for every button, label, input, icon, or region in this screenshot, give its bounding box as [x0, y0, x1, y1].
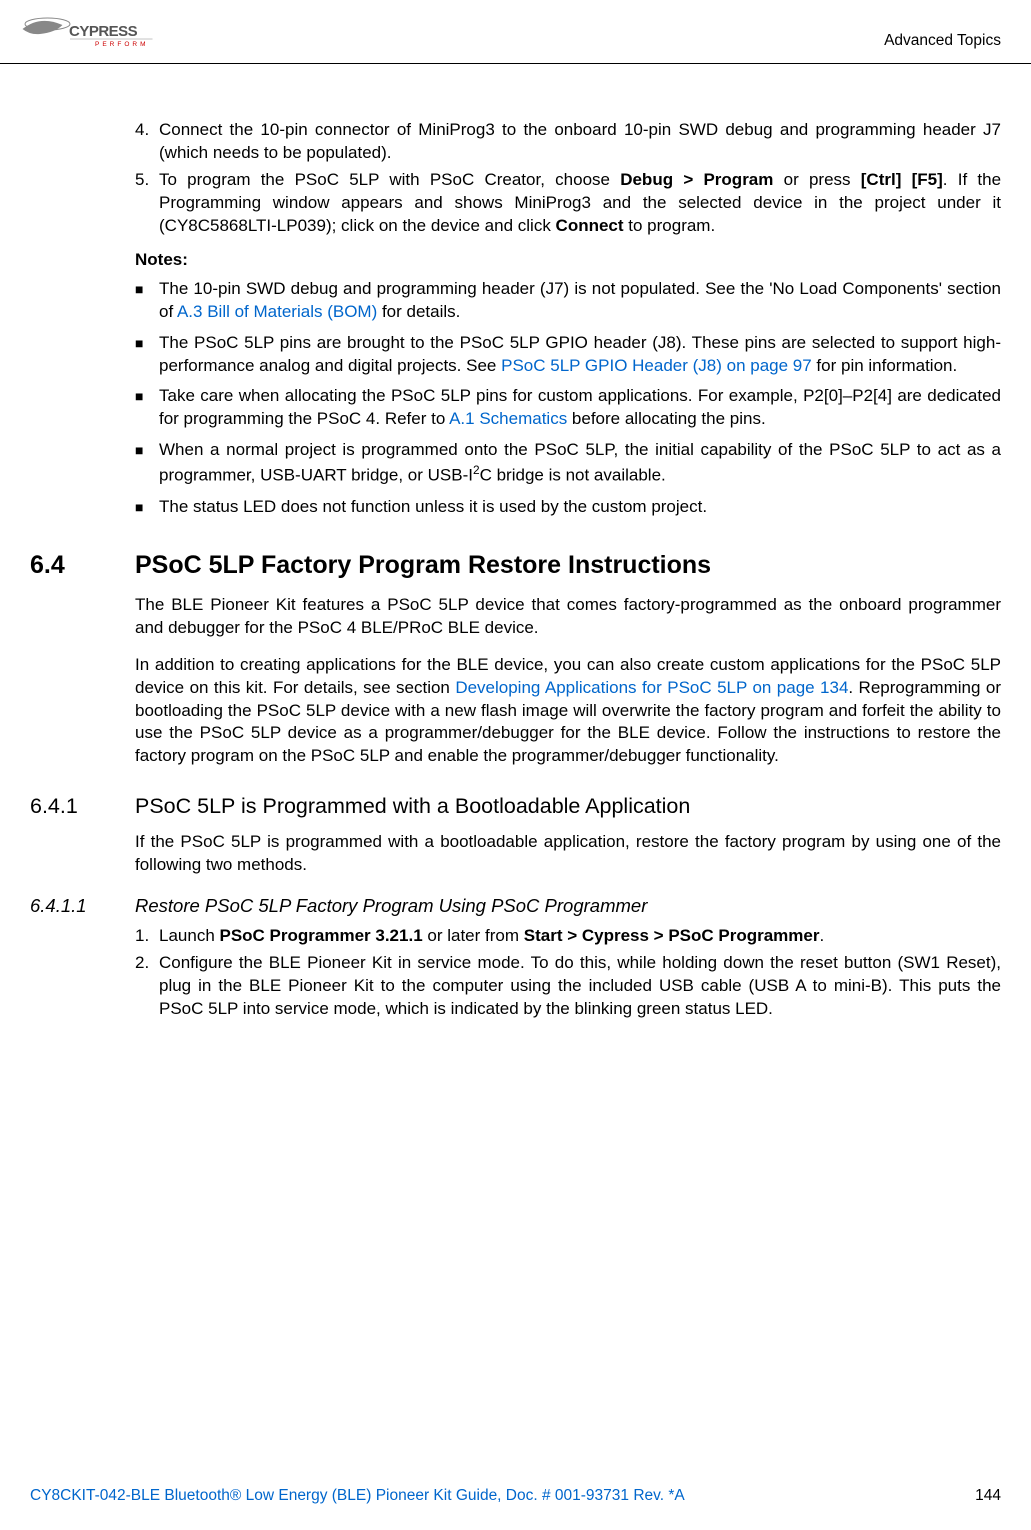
cypress-logo: CYPRESS PERFORM: [20, 10, 155, 58]
list-item: 5. To program the PSoC 5LP with PSoC Cre…: [135, 169, 1001, 238]
subsubsection-heading: 6.4.1.1 Restore PSoC 5LP Factory Program…: [30, 895, 1001, 917]
subsubsection-title: Restore PSoC 5LP Factory Program Using P…: [135, 895, 647, 917]
section-title: PSoC 5LP Factory Program Restore Instruc…: [135, 551, 711, 580]
bullet-icon: ■: [135, 332, 159, 378]
list-number: 5.: [135, 169, 159, 238]
text-fragment: or later from: [423, 926, 524, 945]
list-number: 2.: [135, 952, 159, 1021]
superscript: 2: [473, 463, 480, 477]
bullet-icon: ■: [135, 439, 159, 488]
list-item: ■ When a normal project is programmed on…: [135, 439, 1001, 488]
cross-ref-link[interactable]: A.3 Bill of Materials (BOM): [177, 302, 377, 321]
subsection-title: PSoC 5LP is Programmed with a Bootloadab…: [135, 794, 690, 819]
bullet-icon: ■: [135, 496, 159, 519]
page-header: CYPRESS PERFORM Advanced Topics: [0, 0, 1031, 64]
list-text: The 10-pin SWD debug and programming hea…: [159, 278, 1001, 324]
list-number: 1.: [135, 925, 159, 948]
list-text: The PSoC 5LP pins are brought to the PSo…: [159, 332, 1001, 378]
paragraph: The BLE Pioneer Kit features a PSoC 5LP …: [135, 594, 1001, 640]
bullet-list: ■ The 10-pin SWD debug and programming h…: [135, 278, 1001, 519]
text-fragment: Launch: [159, 926, 220, 945]
list-text: Connect the 10-pin connector of MiniProg…: [159, 119, 1001, 165]
cross-ref-link[interactable]: Developing Applications for PSoC 5LP on …: [455, 678, 848, 697]
cross-ref-link[interactable]: A.1 Schematics: [449, 409, 567, 428]
paragraph: If the PSoC 5LP is programmed with a boo…: [135, 831, 1001, 877]
notes-heading: Notes:: [135, 250, 1001, 270]
cross-ref-link[interactable]: PSoC 5LP GPIO Header (J8) on page 97: [501, 356, 812, 375]
svg-text:CYPRESS: CYPRESS: [69, 23, 138, 40]
list-number: 4.: [135, 119, 159, 165]
page-number: 144: [975, 1487, 1001, 1505]
list-item: 1. Launch PSoC Programmer 3.21.1 or late…: [135, 925, 1001, 948]
list-text: Launch PSoC Programmer 3.21.1 or later f…: [159, 925, 1001, 948]
text-fragment: for details.: [377, 302, 460, 321]
svg-text:PERFORM: PERFORM: [95, 41, 149, 48]
list-text: The status LED does not function unless …: [159, 496, 1001, 519]
bold-text: Start > Cypress > PSoC Programmer: [524, 926, 820, 945]
list-item: 4. Connect the 10-pin connector of MiniP…: [135, 119, 1001, 165]
logo-icon: CYPRESS PERFORM: [20, 10, 155, 58]
list-text: Configure the BLE Pioneer Kit in service…: [159, 952, 1001, 1021]
text-fragment: .: [819, 926, 824, 945]
list-item: ■ The status LED does not function unles…: [135, 496, 1001, 519]
subsection-number: 6.4.1: [30, 794, 135, 819]
chapter-title: Advanced Topics: [884, 32, 1001, 50]
page-footer: CY8CKIT-042-BLE Bluetooth® Low Energy (B…: [30, 1487, 1001, 1505]
subsubsection-number: 6.4.1.1: [30, 895, 135, 917]
bullet-icon: ■: [135, 278, 159, 324]
section-number: 6.4: [30, 551, 135, 580]
list-item: ■ The 10-pin SWD debug and programming h…: [135, 278, 1001, 324]
list-item: ■ The PSoC 5LP pins are brought to the P…: [135, 332, 1001, 378]
list-text: To program the PSoC 5LP with PSoC Creato…: [159, 169, 1001, 238]
subsection-heading: 6.4.1 PSoC 5LP is Programmed with a Boot…: [30, 794, 1001, 819]
text-fragment: for pin information.: [812, 356, 958, 375]
page-content: 4. Connect the 10-pin connector of MiniP…: [0, 119, 1031, 1021]
bullet-icon: ■: [135, 385, 159, 431]
list-item: ■ Take care when allocating the PSoC 5LP…: [135, 385, 1001, 431]
text-fragment: or press: [773, 170, 860, 189]
footer-doc-id: CY8CKIT-042-BLE Bluetooth® Low Energy (B…: [30, 1487, 685, 1505]
bold-text: Debug > Program: [620, 170, 773, 189]
section-heading: 6.4 PSoC 5LP Factory Program Restore Ins…: [30, 551, 1001, 580]
text-fragment: before allocating the pins.: [567, 409, 765, 428]
bold-text: [Ctrl] [F5]: [861, 170, 943, 189]
bold-text: Connect: [556, 216, 624, 235]
text-fragment: C bridge is not available.: [480, 466, 666, 485]
list-text: When a normal project is programmed onto…: [159, 439, 1001, 488]
text-fragment: To program the PSoC 5LP with PSoC Creato…: [159, 170, 620, 189]
list-text: Take care when allocating the PSoC 5LP p…: [159, 385, 1001, 431]
text-fragment: to program.: [624, 216, 716, 235]
bold-text: PSoC Programmer 3.21.1: [220, 926, 423, 945]
numbered-list: 1. Launch PSoC Programmer 3.21.1 or late…: [135, 925, 1001, 1021]
list-item: 2. Configure the BLE Pioneer Kit in serv…: [135, 952, 1001, 1021]
numbered-list: 4. Connect the 10-pin connector of MiniP…: [135, 119, 1001, 238]
paragraph: In addition to creating applications for…: [135, 654, 1001, 769]
